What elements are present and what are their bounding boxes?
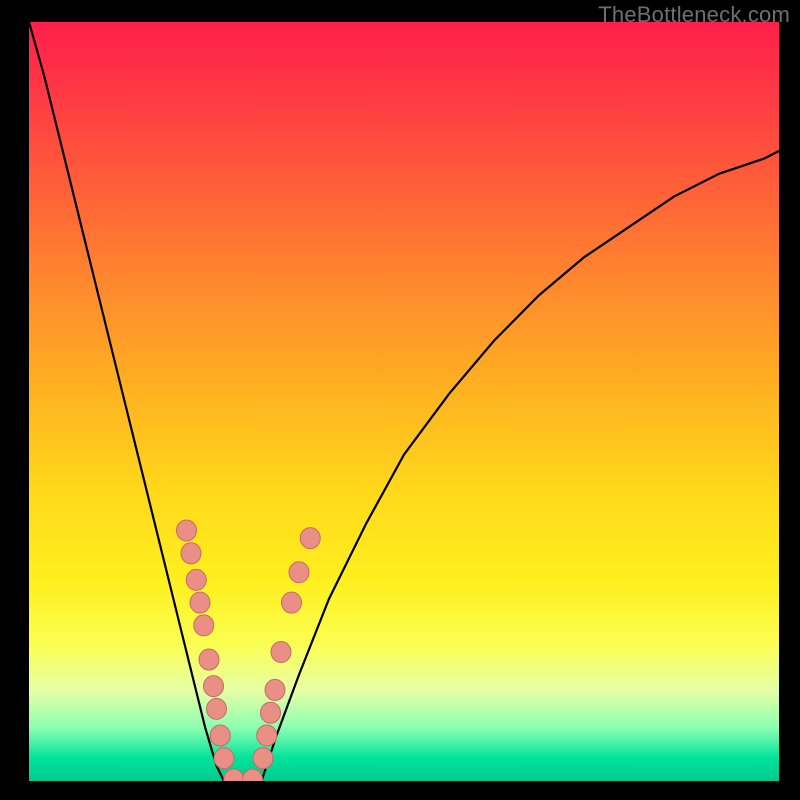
bead-right-1	[257, 725, 277, 746]
bead-left-4	[194, 615, 214, 636]
bead-left-8	[210, 725, 230, 746]
bead-left-1	[181, 543, 201, 564]
chart-frame: TheBottleneck.com	[0, 0, 800, 800]
bead-right-6	[289, 562, 309, 583]
bead-right-0	[253, 748, 273, 769]
bead-floor-0	[224, 769, 244, 781]
beads-group	[177, 520, 321, 781]
bead-left-7	[207, 698, 227, 719]
bead-right-4	[271, 641, 291, 662]
plot-area	[29, 22, 779, 781]
curve-left	[29, 22, 224, 781]
bead-left-2	[186, 569, 206, 590]
bead-floor-1	[243, 769, 263, 781]
bead-left-5	[199, 649, 219, 670]
chart-svg	[29, 22, 779, 781]
bead-left-3	[190, 592, 210, 613]
bead-left-6	[204, 676, 224, 697]
bead-right-3	[265, 679, 285, 700]
bead-right-7	[300, 528, 320, 549]
bead-left-0	[177, 520, 197, 541]
curve-right	[262, 151, 780, 781]
bead-right-2	[261, 702, 281, 723]
bead-left-9	[214, 748, 234, 769]
bead-right-5	[282, 592, 302, 613]
watermark-text: TheBottleneck.com	[598, 2, 790, 28]
